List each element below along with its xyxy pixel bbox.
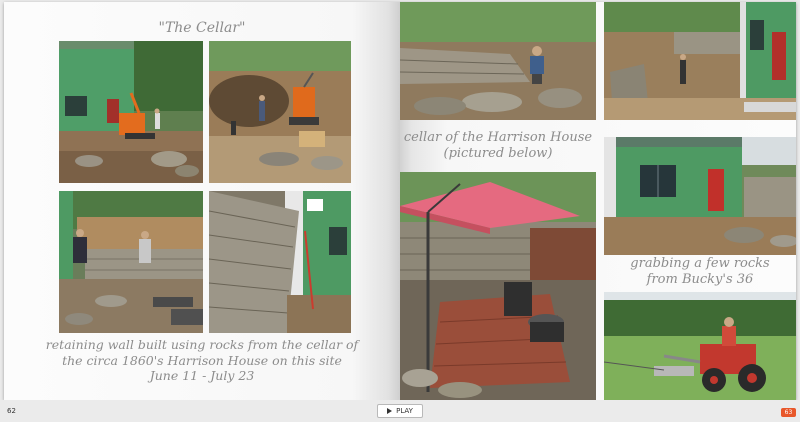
right-page-number-badge[interactable]: 63 xyxy=(781,408,796,417)
house-corner-photo xyxy=(604,2,796,120)
play-button[interactable]: PLAY xyxy=(377,404,423,418)
stone-wall-closeup-photo xyxy=(209,191,351,333)
book-spread: "The Cellar" retaining wall built using … xyxy=(4,2,796,400)
left-caption-line-2: the circa 1860's Harrison House on this … xyxy=(62,352,342,368)
right-top-caption: cellar of the Harrison House (pictured b… xyxy=(400,130,596,163)
left-caption-line-3: June 11 - July 23 xyxy=(149,368,255,384)
left-page-number: 62 xyxy=(7,407,16,415)
right-top-caption-line-2: (pictured below) xyxy=(443,146,553,162)
right-page: cellar of the Harrison House (pictured b… xyxy=(400,2,796,400)
left-page-title: "The Cellar" xyxy=(158,20,246,36)
man-on-rock-pile-photo xyxy=(400,2,596,120)
left-caption-line-1: retaining wall built using rocks from th… xyxy=(45,337,359,352)
left-page-caption: retaining wall built using rocks from th… xyxy=(4,337,400,384)
house-excavator-photo xyxy=(59,41,203,183)
right-top-caption-line-1: cellar of the Harrison House xyxy=(403,130,593,145)
play-icon xyxy=(387,408,393,414)
right-mid-caption-line-1: grabbing a few rocks xyxy=(630,256,770,271)
book-viewer: "The Cellar" retaining wall built using … xyxy=(0,0,800,422)
right-mid-caption-line-2: from Bucky's 36 xyxy=(646,272,754,288)
play-label: PLAY xyxy=(396,407,413,415)
tractor-photo xyxy=(604,292,796,400)
house-window-photo xyxy=(604,137,796,255)
excavation-site-photo xyxy=(209,41,351,183)
right-middle-caption: grabbing a few rocks from Bucky's 36 xyxy=(604,256,796,289)
left-page: "The Cellar" retaining wall built using … xyxy=(4,2,400,400)
wall-building-photo xyxy=(59,191,203,333)
cellar-umbrella-photo xyxy=(400,172,596,400)
